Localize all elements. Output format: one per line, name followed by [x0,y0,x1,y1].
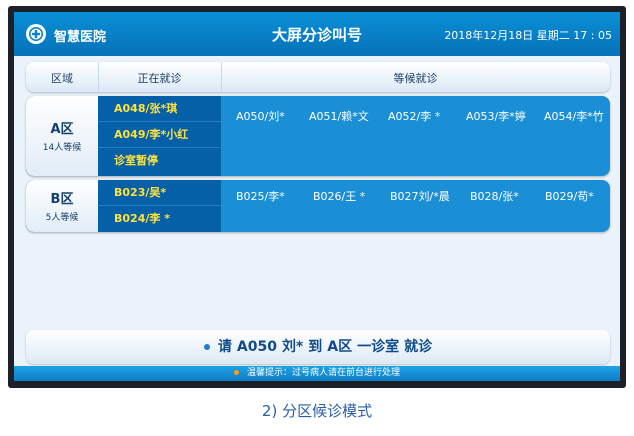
notice-action: 就诊 [404,339,433,355]
datetime: 2018年12月18日 星期二 17 : 05 [444,29,612,42]
waiting-patient: A052/李 * [388,110,441,123]
bullet-dot-icon [203,344,210,350]
notice-to: 到 [308,339,323,355]
current-patient: B023/吴* [98,180,221,206]
waiting-patient: A050/刘* [236,110,285,123]
area-name: A区 [50,122,74,137]
figure-caption: 2) 分区候诊模式 [261,402,373,420]
column-current: 正在就诊 [137,72,182,85]
current-patient: A049/李*小红 [98,122,221,148]
current-patient: B024/李 * [114,212,170,225]
current-patients: B023/吴* B024/李 * [98,180,221,232]
waiting-patient: B025/李* [236,190,285,203]
waiting-patient: B026/王 * [313,190,366,203]
notice-area: A区 [327,339,353,355]
waiting-patient: B027刘/*晨 [390,190,450,203]
tip-text: 温馨提示：过号病人请在前台进行处理 [246,368,400,378]
current-patient: A048/张*琪 [98,96,221,122]
column-area: 区域 [51,72,73,85]
area-waiting-count: 14人等候 [42,143,82,153]
waiting-patient: B028/张* [470,190,519,203]
area-row-b: B区 5人等候 B023/吴* B024/李 * B025/李* B026/王 … [26,180,610,232]
column-waiting: 等候就诊 [393,72,438,85]
current-patients: A048/张*琪 A049/李*小红 诊室暂停 [98,96,221,176]
area-name: B区 [50,192,74,207]
room-paused-status: 诊室暂停 [114,154,158,167]
notice-prefix: 请 [217,339,232,355]
area-waiting-count: 5人等候 [45,213,79,223]
waiting-patient: A051/赖*文 [309,110,369,123]
waiting-patient: A054/李*竹 [544,110,604,123]
call-notice: 请 A050 刘* 到 A区 一诊室 就诊 [26,330,610,364]
notice-ticket: A050 [236,339,277,355]
tip-bar: 温馨提示：过号病人请在前台进行处理 [14,366,620,381]
display-screen: 智慧医院 大屏分诊叫号 2018年12月18日 星期二 17 : 05 区域 正… [14,12,620,381]
notice-patient: 刘* [281,339,304,355]
area-row-a: A区 14人等候 A048/张*琪 A049/李*小红 诊室暂停 A050/刘*… [26,96,610,176]
area-cell: A区 14人等候 [26,96,98,176]
tip-dot-icon [233,370,239,375]
notice-room: 一诊室 [357,339,400,355]
area-cell: B区 5人等候 [26,180,98,232]
column-header-row: 区域 正在就诊 等候就诊 [26,62,610,92]
header-bar: 智慧医院 大屏分诊叫号 2018年12月18日 星期二 17 : 05 [14,12,620,56]
waiting-patient: A053/李*婷 [466,110,526,123]
waiting-patient: B029/苟* [545,190,594,203]
